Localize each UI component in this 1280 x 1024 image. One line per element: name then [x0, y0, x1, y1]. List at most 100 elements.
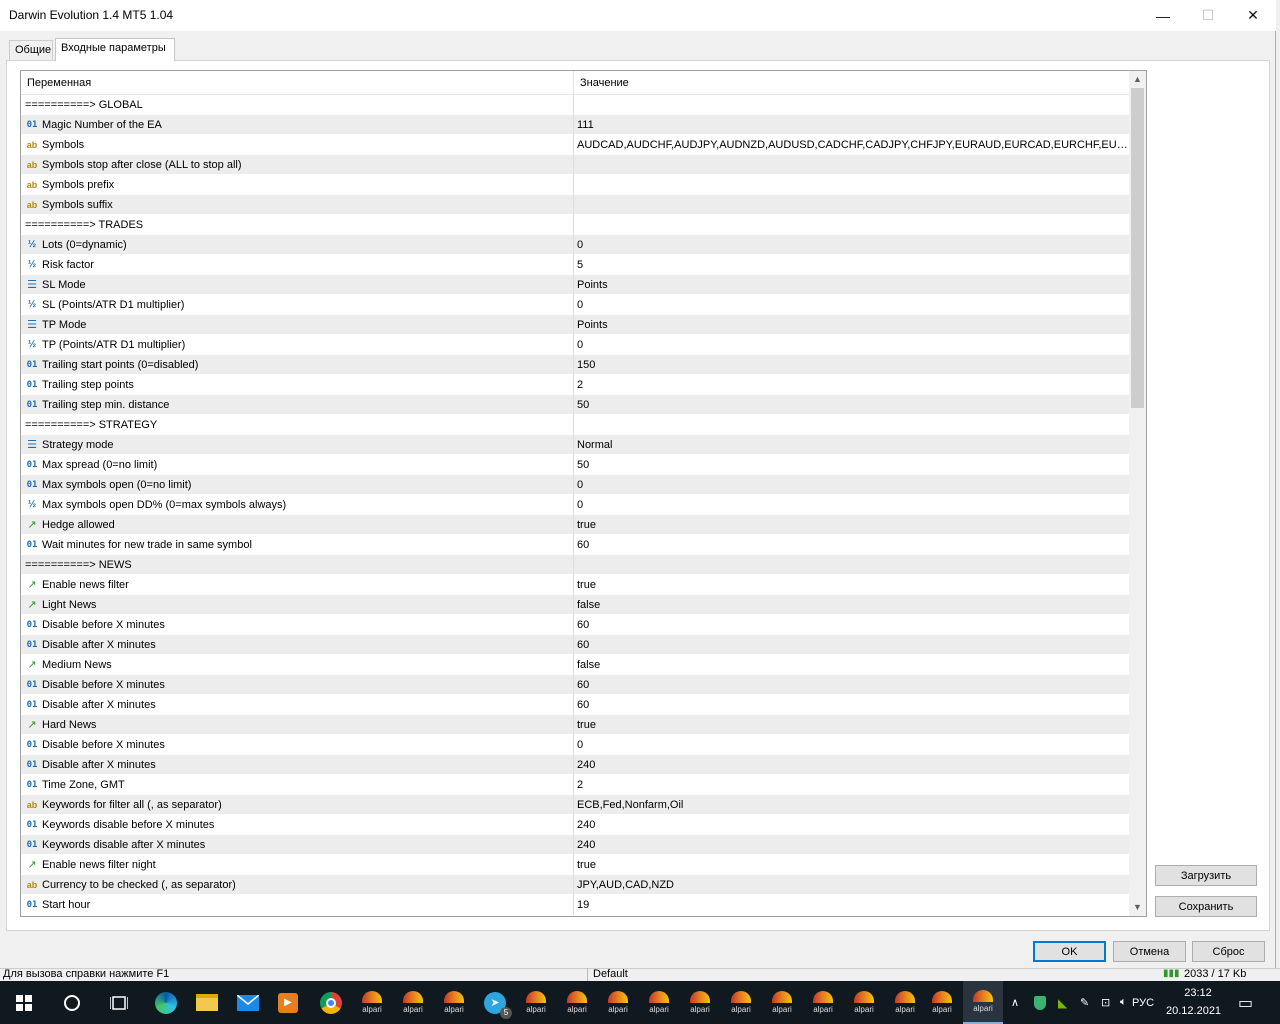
scrollbar-thumb[interactable] — [1131, 88, 1144, 408]
grid-row[interactable]: ab Currency to be checked (, as separator… — [21, 875, 1129, 895]
chrome-icon[interactable] — [311, 981, 351, 1024]
grid-row[interactable]: 01 Max symbols open (0=no limit) 0 — [21, 475, 1129, 495]
network-icon[interactable]: ⊡ — [1101, 996, 1110, 1009]
grid-section-row[interactable]: ==========> STRATEGY — [21, 415, 1129, 435]
file-explorer-icon[interactable] — [187, 981, 227, 1024]
parameter-value-cell[interactable]: 111 — [575, 115, 1129, 135]
parameter-value-cell[interactable]: 0 — [575, 735, 1129, 755]
grid-row[interactable]: ab Symbols prefix — [21, 175, 1129, 195]
parameter-value-cell[interactable] — [575, 555, 1129, 575]
grid-row[interactable]: ↗ Hedge allowed true — [21, 515, 1129, 535]
parameter-value-cell[interactable]: 240 — [575, 835, 1129, 855]
parameter-value-cell[interactable]: JPY,AUD,CAD,NZD — [575, 875, 1129, 895]
parameter-value-cell[interactable]: Points — [575, 275, 1129, 295]
grid-row[interactable]: ☰ SL Mode Points — [21, 275, 1129, 295]
vertical-scrollbar[interactable]: ▲ ▼ — [1129, 71, 1146, 916]
parameter-value-cell[interactable]: AUDCAD,AUDCHF,AUDJPY,AUDNZD,AUDUSD,CADCH… — [575, 135, 1129, 155]
grid-section-row[interactable]: ==========> NEWS — [21, 555, 1129, 575]
parameter-value-cell[interactable] — [575, 195, 1129, 215]
grid-row[interactable]: ½ TP (Points/ATR D1 multiplier) 0 — [21, 335, 1129, 355]
grid-row[interactable]: ½ Max symbols open DD% (0=max symbols alw… — [21, 495, 1129, 515]
alpari-terminal-icon[interactable]: alpari — [516, 981, 556, 1024]
grid-row[interactable]: 01 Keywords disable before X minutes 240 — [21, 815, 1129, 835]
start-icon[interactable] — [4, 981, 44, 1024]
edge-browser-icon[interactable] — [146, 981, 186, 1024]
parameter-value-cell[interactable]: 240 — [575, 755, 1129, 775]
grid-row[interactable]: 01 Trailing step min. distance 50 — [21, 395, 1129, 415]
scroll-up-icon[interactable]: ▲ — [1129, 71, 1146, 88]
alpari-terminal-icon[interactable]: alpari — [922, 981, 962, 1024]
grid-row[interactable]: 01 Time Zone, GMT 2 — [21, 775, 1129, 795]
alpari-terminal-icon[interactable]: alpari — [885, 981, 925, 1024]
task-view-icon[interactable] — [99, 981, 139, 1024]
grid-row[interactable]: 01 Max spread (0=no limit) 50 — [21, 455, 1129, 475]
parameter-value-cell[interactable]: true — [575, 575, 1129, 595]
tray-time[interactable]: 23:12 — [1180, 987, 1216, 999]
grid-row[interactable]: 01 Wait minutes for new trade in same sym… — [21, 535, 1129, 555]
parameter-value-cell[interactable]: 19 — [575, 895, 1129, 915]
grid-row[interactable]: ½ Lots (0=dynamic) 0 — [21, 235, 1129, 255]
grid-row[interactable]: 01 Magic Number of the EA 111 — [21, 115, 1129, 135]
grid-row[interactable]: ↗ Hard News true — [21, 715, 1129, 735]
grid-row[interactable]: ab Symbols suffix — [21, 195, 1129, 215]
tab-input-parameters[interactable]: Входные параметры — [55, 38, 175, 61]
parameter-value-cell[interactable]: true — [575, 855, 1129, 875]
parameter-value-cell[interactable]: true — [575, 715, 1129, 735]
alpari-terminal-icon[interactable]: alpari — [639, 981, 679, 1024]
grid-row[interactable]: 01 Start hour 19 — [21, 895, 1129, 915]
search-icon[interactable] — [52, 981, 92, 1024]
minimize-button[interactable]: — — [1140, 0, 1186, 31]
alpari-terminal-icon[interactable]: alpari — [680, 981, 720, 1024]
parameter-value-cell[interactable]: 5 — [575, 255, 1129, 275]
parameter-value-cell[interactable]: Normal — [575, 435, 1129, 455]
cancel-button[interactable]: Отмена — [1113, 941, 1186, 962]
grid-row[interactable]: 01 Disable after X minutes 240 — [21, 755, 1129, 775]
parameter-value-cell[interactable]: 240 — [575, 815, 1129, 835]
tab-general[interactable]: Общие — [9, 40, 53, 60]
parameter-value-cell[interactable]: 0 — [575, 295, 1129, 315]
alpari-terminal-icon[interactable]: alpari — [762, 981, 802, 1024]
grid-row[interactable]: 01 Keywords disable after X minutes 240 — [21, 835, 1129, 855]
alpari-terminal-icon[interactable]: alpari — [598, 981, 638, 1024]
nvidia-icon[interactable]: ◣ — [1058, 996, 1067, 1010]
chevron-up-icon[interactable]: ∧ — [1011, 996, 1019, 1009]
volume-icon[interactable]: 🔈︎ — [1120, 996, 1127, 1009]
alpari-terminal-icon-active[interactable]: alpari — [963, 981, 1003, 1024]
parameter-value-cell[interactable]: 60 — [575, 535, 1129, 555]
scroll-down-icon[interactable]: ▼ — [1129, 899, 1146, 916]
grid-row[interactable]: ↗ Medium News false — [21, 655, 1129, 675]
parameter-value-cell[interactable] — [575, 155, 1129, 175]
grid-row[interactable]: ½ Risk factor 5 — [21, 255, 1129, 275]
grid-section-row[interactable]: ==========> GLOBAL — [21, 95, 1129, 115]
parameter-value-cell[interactable]: false — [575, 595, 1129, 615]
parameter-value-cell[interactable]: 60 — [575, 675, 1129, 695]
tray-date[interactable]: 20.12.2021 — [1166, 1005, 1230, 1017]
grid-row[interactable]: ab Symbols AUDCAD,AUDCHF,AUDJPY,AUDNZD,AUD… — [21, 135, 1129, 155]
maximize-button[interactable]: ☐ — [1185, 0, 1231, 31]
grid-row[interactable]: 01 Trailing start points (0=disabled) 150 — [21, 355, 1129, 375]
grid-row[interactable]: ab Keywords for filter all (, as separato… — [21, 795, 1129, 815]
tray-lang[interactable]: РУС — [1132, 997, 1154, 1009]
mail-icon[interactable] — [228, 981, 268, 1024]
grid-row[interactable]: 01 Disable before X minutes 0 — [21, 735, 1129, 755]
parameter-value-cell[interactable]: 60 — [575, 635, 1129, 655]
column-separator[interactable] — [573, 71, 574, 95]
parameter-value-cell[interactable]: ECB,Fed,Nonfarm,Oil — [575, 795, 1129, 815]
parameter-value-cell[interactable]: 0 — [575, 475, 1129, 495]
parameter-value-cell[interactable]: 0 — [575, 235, 1129, 255]
alpari-terminal-icon[interactable]: alpari — [557, 981, 597, 1024]
parameter-value-cell[interactable]: 2 — [575, 775, 1129, 795]
shield-icon[interactable] — [1034, 995, 1046, 1010]
parameter-value-cell[interactable] — [575, 175, 1129, 195]
reset-button[interactable]: Сброс — [1192, 941, 1265, 962]
pen-icon[interactable]: ✎ — [1080, 996, 1089, 1009]
parameter-value-cell[interactable]: 2 — [575, 375, 1129, 395]
parameter-value-cell[interactable]: Points — [575, 315, 1129, 335]
parameter-value-cell[interactable]: 0 — [575, 495, 1129, 515]
parameter-value-cell[interactable]: 150 — [575, 355, 1129, 375]
parameter-value-cell[interactable]: 60 — [575, 615, 1129, 635]
grid-row[interactable]: ☰ Strategy mode Normal — [21, 435, 1129, 455]
parameter-value-cell[interactable] — [575, 215, 1129, 235]
load-button[interactable]: Загрузить — [1155, 865, 1257, 886]
column-header-value[interactable]: Значение — [580, 77, 629, 89]
